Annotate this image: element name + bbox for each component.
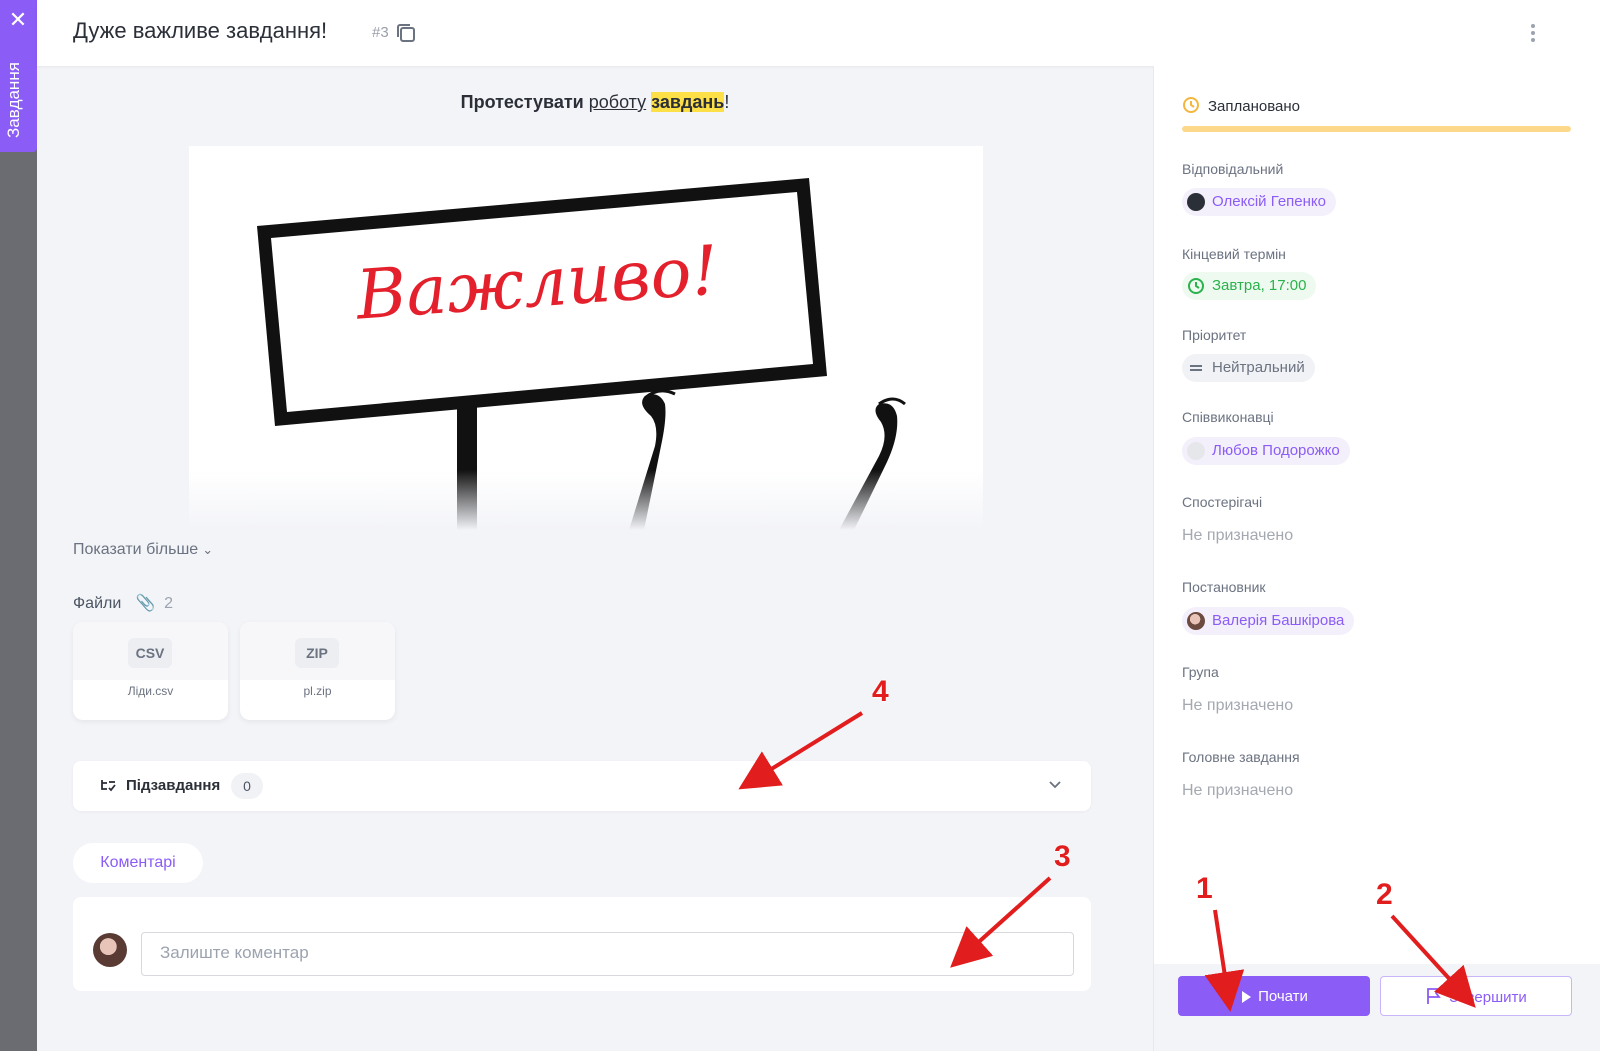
annotation-number-2: 2 [1376,878,1393,911]
creator-name: Валерія Башкірова [1212,612,1345,629]
clock-icon [1183,97,1199,113]
chevron-down-icon: ⌄ [202,542,214,557]
comment-box [73,897,1091,991]
subtasks-label: Підзавдання [126,777,221,794]
file-name: pl.zip [303,684,332,698]
status-label: Заплановано [1208,98,1301,115]
flag-icon [1427,987,1442,1004]
task-main: Протестувати роботу завдань! Важливо! По… [37,66,1153,1051]
avatar [1187,612,1205,630]
tab-comments[interactable]: Коментарі [73,843,203,883]
equals-icon [1190,365,1202,371]
side-strip [0,0,37,1051]
creator-chip[interactable]: Валерія Башкірова [1182,607,1355,635]
priority-label: Пріоритет [1182,327,1247,343]
start-button-label: Почати [1258,987,1308,1005]
comment-input[interactable] [141,932,1074,976]
show-more-button[interactable]: Показати більше ⌄ [73,541,213,559]
deadline-label: Кінцевий термін [1182,246,1286,262]
files-count: 2 [164,595,174,612]
responsible-name: Олексій Гепенко [1212,193,1326,210]
task-number: #3 [372,24,389,41]
coexecutors-label: Співвиконавці [1182,409,1274,425]
finish-button[interactable]: Завершити [1380,976,1572,1016]
avatar [1187,442,1205,460]
creator-label: Постановник [1182,579,1266,595]
file-name: Ліди.csv [127,684,174,698]
avatar [93,933,127,967]
more-vertical-icon[interactable] [1524,20,1542,46]
close-icon[interactable]: ✕ [6,8,30,32]
subtasks-icon [101,780,116,792]
clock-icon [1188,278,1204,294]
desc-part-4: ! [724,92,730,112]
file-card-csv[interactable]: CSV Ліди.csv [73,622,228,720]
show-more-label: Показати більше [73,541,199,558]
files-header: Файли 📎 2 [73,593,173,613]
group-label: Група [1182,664,1219,680]
start-button[interactable]: Почати [1178,976,1370,1016]
avatar [1187,193,1205,211]
coexecutor-chip[interactable]: Любов Подорожко [1182,437,1350,465]
annotation-number-1: 1 [1196,872,1213,905]
desc-highlight: завдань [651,92,725,112]
tasks-tab[interactable]: ✕ Завдання [0,0,37,152]
chevron-down-icon[interactable] [1046,775,1064,793]
file-type-badge: ZIP [295,638,339,668]
subtasks-panel[interactable]: Підзавдання 0 [73,761,1091,811]
priority-chip[interactable]: Нейтральний [1182,354,1315,382]
description-image: Важливо! [189,146,983,530]
finish-button-label: Завершити [1449,988,1527,1006]
play-icon [1242,990,1252,1003]
task-description: Протестувати роботу завдань! [37,92,1153,113]
status-badge[interactable]: Заплановано [1182,96,1300,115]
parent-task-value[interactable]: Не призначено [1182,782,1293,800]
observers-label: Спостерігачі [1182,494,1263,510]
files-title: Файли [73,595,122,612]
desc-part-1: Протестувати [460,92,584,112]
status-progress-fill [1182,126,1571,132]
tasks-tab-label: Завдання [4,62,23,138]
action-footer: Почати Завершити [1154,964,1600,1051]
responsible-chip[interactable]: Олексій Гепенко [1182,188,1336,216]
responsible-label: Відповідальний [1182,161,1284,177]
deadline-value: Завтра, 17:00 [1212,277,1307,294]
task-title: Дуже важливе завдання! [73,18,328,43]
status-progress-bar [1182,126,1571,132]
image-fade [189,470,983,530]
paperclip-icon: 📎 [135,595,156,612]
parent-task-label: Головне завдання [1182,749,1300,765]
annotation-number-3: 3 [1054,840,1071,873]
deadline-chip[interactable]: Завтра, 17:00 [1182,272,1317,300]
annotation-number-4: 4 [872,675,889,708]
desc-link[interactable]: роботу [589,92,646,112]
observers-value[interactable]: Не призначено [1182,527,1293,545]
coexecutor-name: Любов Подорожко [1212,442,1340,459]
file-type-badge: CSV [128,638,172,668]
task-header: Дуже важливе завдання! #3 [37,0,1600,66]
priority-value: Нейтральний [1212,359,1305,376]
subtasks-count: 0 [231,773,263,799]
group-value[interactable]: Не призначено [1182,697,1293,715]
file-card-zip[interactable]: ZIP pl.zip [240,622,395,720]
copy-icon[interactable] [395,22,417,44]
